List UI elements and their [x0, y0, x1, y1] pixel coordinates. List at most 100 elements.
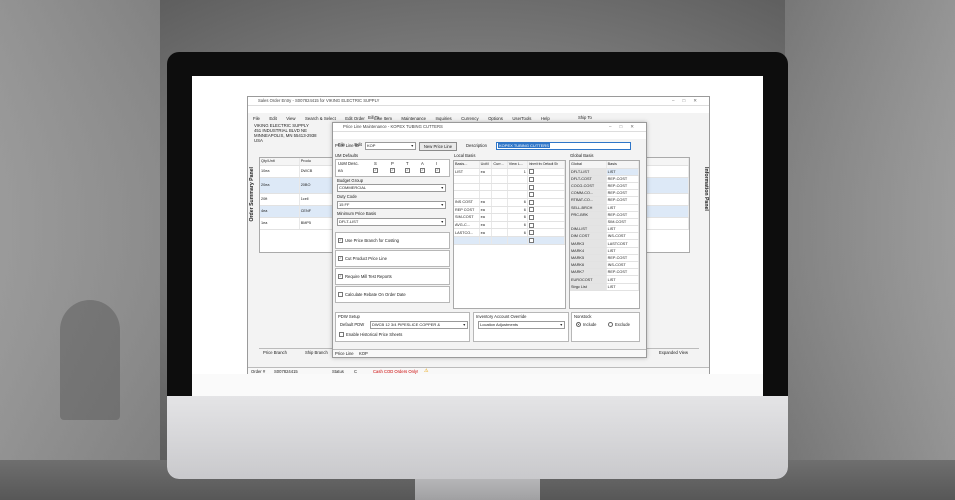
window-controls-icon[interactable]: –□✕	[609, 124, 642, 130]
inherit-checkbox[interactable]	[528, 230, 534, 236]
table-row[interactable]: DFLT-LIST LIST	[570, 168, 640, 176]
uom-t-checkbox[interactable]: ✓	[405, 168, 410, 174]
require-mill-test-checkbox[interactable]: ✓	[338, 274, 343, 280]
information-panel-tab[interactable]: Information Panel	[703, 167, 709, 211]
inherit-checkbox[interactable]	[528, 169, 534, 175]
address-line: USA	[254, 138, 263, 143]
expanded-view-link[interactable]: Expanded View	[659, 350, 688, 355]
table-row[interactable]: MARK6 INS-COST	[570, 261, 640, 270]
inventory-override-select[interactable]: Location Adjustments ▼	[478, 321, 565, 329]
inherit-checkbox[interactable]	[528, 237, 534, 243]
table-row[interactable]: RTBAT-CO... REP-COST	[570, 196, 640, 205]
option-box: ✓ Require Mill Test Reports	[335, 268, 450, 285]
enable-historical-checkbox[interactable]	[339, 332, 344, 338]
table-row[interactable]: 1ea BMP5	[260, 217, 336, 230]
table-row[interactable]: 20ea 20BO	[260, 177, 336, 194]
table-row[interactable]: SIM-COST	[570, 218, 640, 227]
budget-group-value: COMMERCIAL	[339, 185, 367, 190]
uom-a-checkbox[interactable]: ✓	[420, 168, 425, 174]
duty-code-select[interactable]: 15 FF ▼	[337, 201, 446, 209]
inherit-checkbox[interactable]	[528, 184, 534, 190]
table-row[interactable]: 10ea DWCB	[260, 165, 336, 178]
table-row[interactable]: MARK7 REP-COST	[570, 268, 640, 277]
table-row[interactable]: AVG-C... ea 6	[454, 221, 566, 230]
calculate-rebate-checkbox[interactable]	[338, 292, 343, 298]
table-row[interactable]: EUROCOST LIST	[570, 275, 640, 284]
table-row[interactable]: SIM-COST ea 6	[454, 213, 566, 222]
table-row[interactable]: DIM COST INS-COST	[570, 232, 640, 241]
min-price-basis-select[interactable]: DFLT-LIST ▼	[337, 218, 446, 226]
use-price-branch-checkbox[interactable]: ✓	[338, 238, 343, 244]
col-product[interactable]: Produ	[299, 158, 336, 166]
menu-help[interactable]: Help	[541, 116, 550, 121]
inherit-checkbox[interactable]	[528, 222, 534, 228]
menu-search-select[interactable]: Search & Select	[305, 116, 336, 121]
table-row[interactable]	[454, 236, 566, 245]
table-row[interactable]: INS COST ea 6	[454, 198, 566, 207]
local-basis-grid: Basis... UoM Curr... View L... Inherit f…	[453, 160, 566, 309]
price-line-menubar: File Edit UserTools Help	[333, 132, 646, 147]
table-row[interactable]: LASTCO... ea 6	[454, 228, 566, 237]
table-row[interactable]: COCG-COST REP-COST	[570, 182, 640, 191]
menu-currency[interactable]: Currency	[461, 116, 478, 121]
col-view-level[interactable]: View L...	[507, 161, 528, 169]
table-row[interactable]: MARK3 LASTCOST	[570, 239, 640, 248]
table-row[interactable]: Strgc List LIST	[570, 283, 640, 291]
uom-s-checkbox[interactable]: ✓	[373, 168, 378, 174]
menu-edit[interactable]: Edit	[269, 116, 276, 121]
table-row[interactable]: LIST ea 1	[454, 168, 566, 177]
col-basis[interactable]: Basis	[606, 161, 640, 169]
menu-inquiries[interactable]: Inquiries	[435, 116, 451, 121]
table-row[interactable]: REP COST ea 6	[454, 206, 566, 215]
table-row[interactable]: DIM-LIST LIST	[570, 225, 640, 234]
default-pdw-value: DWCB 12 3/4 PIPESLICE COPPER &	[372, 322, 441, 327]
new-price-line-button[interactable]: New Price Line	[419, 142, 457, 151]
price-line-id-select[interactable]: KOP ▼	[365, 142, 416, 150]
table-row[interactable]: MARK5 REP-COST	[570, 254, 640, 263]
col-inherit-default[interactable]: Inherit fro Default Sh	[527, 161, 566, 169]
basis-cell: INS-COST	[606, 261, 640, 270]
table-row[interactable]: PRC-BRK REP-COST	[570, 211, 640, 219]
monitor-screen: Sales Order Entry - S007824415 for VIKIN…	[192, 76, 763, 396]
menu-options[interactable]: Options	[488, 116, 503, 121]
description-input[interactable]: KOPEX TUBING CUTTERS	[496, 142, 631, 150]
exclude-radio[interactable]	[608, 322, 613, 328]
inherit-checkbox[interactable]	[528, 192, 534, 198]
inherit-checkbox[interactable]	[528, 199, 534, 205]
col-global[interactable]: Global	[570, 161, 607, 169]
basis-cell: REP-COST	[606, 182, 640, 191]
table-row[interactable]	[454, 183, 566, 192]
budget-group-select[interactable]: COMMERCIAL ▼	[337, 184, 446, 192]
cut-product-checkbox[interactable]: ✓	[338, 256, 343, 262]
price-line-status-bar: Price Line KOP	[333, 349, 646, 357]
ship-branch-label[interactable]: Ship Branch	[305, 350, 328, 355]
menu-file[interactable]: File	[253, 116, 260, 121]
inherit-checkbox[interactable]	[528, 207, 534, 213]
table-row[interactable]: COMM-CO... REP-COST	[570, 189, 640, 198]
table-row[interactable]: DFLT-COST REP-COST	[570, 175, 640, 183]
basis-cell: LIST	[606, 283, 640, 291]
menu-maintenance[interactable]: Maintenance	[401, 116, 426, 121]
table-row[interactable]	[454, 190, 566, 199]
col-uom[interactable]: UoM	[479, 161, 493, 169]
uom-i-checkbox[interactable]: ✓	[435, 168, 440, 174]
col-basis[interactable]: Basis...	[454, 161, 480, 169]
table-row[interactable]: SELL-BRCH LIST	[570, 204, 640, 212]
inherit-checkbox[interactable]	[528, 214, 534, 220]
window-controls-icon[interactable]: –□✕	[672, 98, 705, 104]
menu-edit-order[interactable]: Edit Order	[345, 116, 365, 121]
default-pdw-select[interactable]: DWCB 12 3/4 PIPESLICE COPPER & ▼	[370, 321, 468, 329]
table-row[interactable]: 4ea CENF	[260, 205, 336, 218]
order-summary-panel-tab[interactable]: Order Summary Panel	[249, 167, 255, 222]
menu-usertools[interactable]: UserTools	[512, 116, 531, 121]
inherit-checkbox[interactable]	[528, 176, 534, 182]
col-curr[interactable]: Curr...	[491, 161, 508, 169]
table-row[interactable]: MARK4 LIST	[570, 247, 640, 255]
include-radio[interactable]	[576, 322, 581, 328]
menu-view[interactable]: View	[286, 116, 295, 121]
table-row[interactable]: 20ft 1cell	[260, 193, 336, 206]
table-row[interactable]	[454, 175, 566, 184]
uom-p-checkbox[interactable]: ✓	[390, 168, 395, 174]
price-branch-label[interactable]: Price Branch	[263, 350, 287, 355]
col-qty-unit[interactable]: Qty/Unit	[260, 158, 300, 166]
